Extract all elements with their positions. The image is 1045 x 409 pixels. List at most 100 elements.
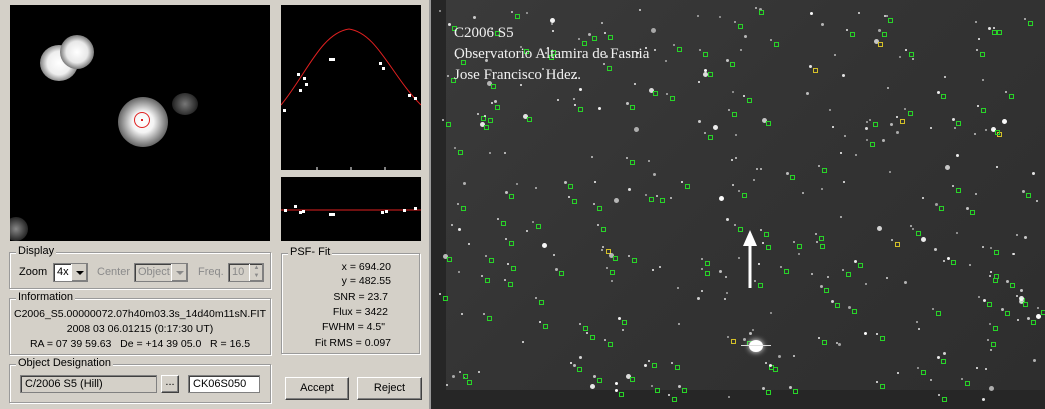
star <box>678 323 680 325</box>
star <box>844 135 846 137</box>
accept-button[interactable]: Accept <box>285 377 349 400</box>
star <box>731 159 733 161</box>
star <box>966 207 969 210</box>
star <box>483 313 485 315</box>
spinner-arrows-icon[interactable]: ▲ ▼ <box>249 264 263 281</box>
star <box>732 184 734 186</box>
star <box>727 336 729 338</box>
catalog-star-marker <box>515 14 520 19</box>
catalog-star-marker <box>951 260 956 265</box>
chevron-down-icon[interactable] <box>71 264 87 281</box>
target-reticle-icon <box>134 112 150 128</box>
catalog-star-marker <box>653 91 658 96</box>
star <box>765 362 767 364</box>
star <box>838 343 841 346</box>
center-select[interactable]: Object <box>134 263 188 282</box>
star <box>982 246 984 248</box>
catalog-star-marker <box>447 257 452 262</box>
star <box>985 129 987 131</box>
catalog-star-marker <box>685 184 690 189</box>
star <box>598 107 601 110</box>
star <box>439 10 441 12</box>
astrometry-panel: Display Zoom 4x Center Object Freq. 10 ▲… <box>0 0 430 409</box>
star <box>836 342 838 344</box>
star <box>762 242 764 244</box>
star <box>601 249 603 251</box>
star <box>876 333 878 335</box>
catalog-star-marker <box>630 160 635 165</box>
catalog-star-marker <box>941 94 946 99</box>
star <box>459 371 461 373</box>
caption-observatory: Observatorio Altamira de Fasnia <box>454 46 650 62</box>
display-group: Display Zoom 4x Center Object Freq. 10 ▲… <box>9 245 271 289</box>
psf-fit-rms-value: Fit RMS = 0.097 <box>314 337 391 349</box>
star <box>439 293 441 295</box>
catalog-star-marker <box>705 271 710 276</box>
reject-button[interactable]: Reject <box>357 377 422 400</box>
star <box>944 76 946 78</box>
star <box>993 27 995 29</box>
catalog-star-marker <box>732 112 737 117</box>
freq-value: 10 <box>232 266 245 278</box>
star <box>818 337 820 339</box>
star <box>904 281 907 284</box>
object-name-field[interactable]: C/2006 S5 (Hill) <box>20 375 157 393</box>
star <box>811 273 813 275</box>
star <box>760 229 762 231</box>
catalog-star-marker <box>895 242 900 247</box>
catalog-star-marker <box>630 105 635 110</box>
star <box>744 35 747 38</box>
neighbor-star <box>60 35 94 69</box>
star <box>877 226 882 231</box>
star <box>594 181 596 183</box>
sky-image[interactable]: C2006 S5 Observatorio Altamira de Fasnia… <box>431 0 1045 409</box>
catalog-star-marker <box>942 397 947 402</box>
browse-button[interactable]: ... <box>161 375 179 393</box>
freq-spinner[interactable]: 10 ▲ ▼ <box>228 263 264 282</box>
star <box>886 277 888 279</box>
star <box>1001 308 1004 311</box>
star <box>990 247 992 249</box>
chevron-down-icon[interactable] <box>171 264 187 281</box>
catalog-star-marker <box>730 62 735 67</box>
catalog-star-marker <box>1028 21 1033 26</box>
star <box>956 232 958 234</box>
star <box>760 168 762 170</box>
star <box>866 139 868 141</box>
star <box>652 269 654 271</box>
star <box>516 183 518 185</box>
star <box>1013 253 1015 255</box>
zoom-image-view[interactable] <box>10 5 270 241</box>
information-legend: Information <box>16 291 76 303</box>
star <box>976 367 978 369</box>
star <box>1027 317 1030 320</box>
catalog-star-marker <box>1010 283 1015 288</box>
star <box>829 109 831 111</box>
star <box>520 84 522 86</box>
catalog-star-marker <box>965 381 970 386</box>
catalog-star-marker <box>936 311 941 316</box>
psf-fit-legend: PSF- Fit <box>288 246 333 258</box>
object-code-field[interactable]: CK06S050 <box>188 375 260 393</box>
star <box>511 11 513 13</box>
star <box>943 352 946 355</box>
catalog-star-marker <box>956 188 961 193</box>
star <box>666 93 668 95</box>
star <box>542 243 547 248</box>
star <box>896 116 898 118</box>
star <box>891 239 893 241</box>
star <box>987 339 989 341</box>
star <box>793 355 795 357</box>
star <box>532 221 534 223</box>
star <box>897 372 899 374</box>
catalog-star-marker <box>987 302 992 307</box>
star <box>644 364 647 367</box>
star <box>921 237 926 242</box>
zoom-select[interactable]: 4x <box>53 263 88 282</box>
star <box>952 118 955 121</box>
catalog-star-marker <box>790 175 795 180</box>
star <box>743 338 746 341</box>
star <box>588 33 591 36</box>
star <box>526 12 528 14</box>
psf-residual-svg <box>281 205 421 216</box>
